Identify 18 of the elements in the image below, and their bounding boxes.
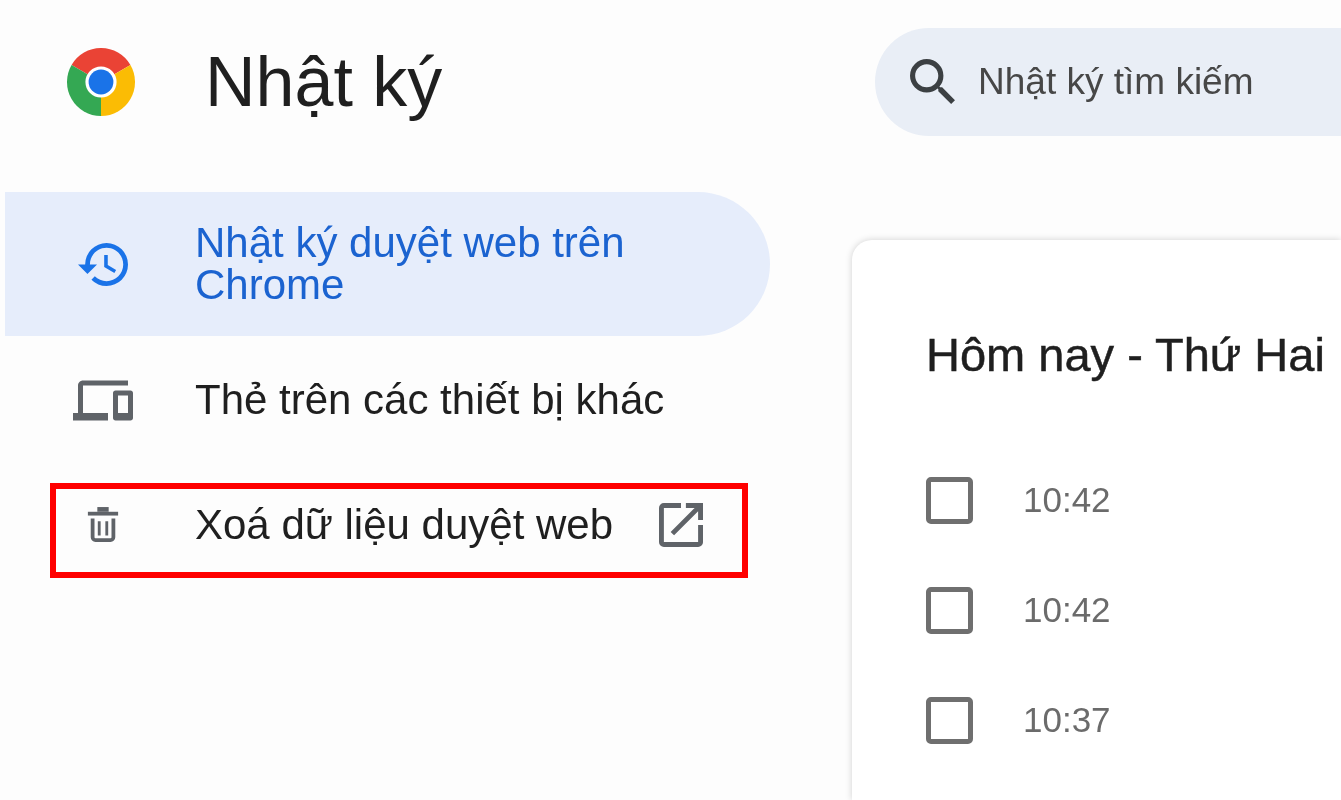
search-icon bbox=[910, 59, 955, 104]
visit-time: 10:37 bbox=[1023, 700, 1111, 740]
search-field[interactable]: Nhật ký tìm kiếm bbox=[875, 28, 1341, 136]
external-link-icon bbox=[659, 503, 704, 547]
devices-icon bbox=[73, 379, 133, 421]
app-logo-icon bbox=[67, 48, 135, 116]
sidebar-item[interactable]: Thẻ trên các thiết bị khác bbox=[5, 349, 770, 451]
trash-icon bbox=[86, 506, 120, 544]
sidebar-item[interactable]: Xoá dữ liệu duyệt web bbox=[56, 489, 742, 572]
history-clock-icon bbox=[78, 242, 128, 286]
checkbox[interactable] bbox=[926, 476, 973, 524]
checkbox[interactable] bbox=[926, 696, 973, 744]
sidebar-item[interactable]: Nhật ký duyệt web trên Chrome bbox=[5, 192, 770, 336]
checkbox[interactable] bbox=[926, 586, 973, 634]
date-heading: Hôm nay - Thứ Hai bbox=[926, 329, 1325, 381]
page-title: Nhật ký bbox=[205, 42, 443, 122]
visit-time: 10:42 bbox=[1023, 480, 1111, 520]
visit-time: 10:42 bbox=[1023, 590, 1111, 630]
